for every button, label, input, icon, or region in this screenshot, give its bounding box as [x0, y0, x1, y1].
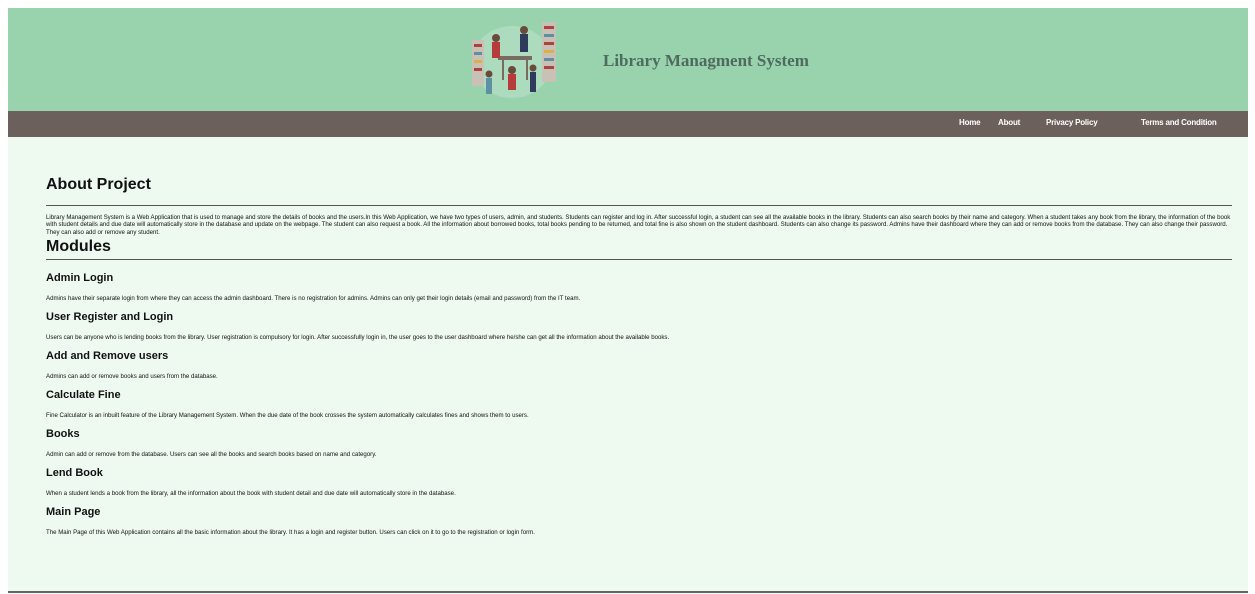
footer-divider — [8, 591, 1248, 593]
module-title-admin-login: Admin Login — [46, 272, 114, 285]
module-desc-admin-login: Admins have their separate login from wh… — [46, 295, 581, 303]
library-illustration-icon — [468, 16, 560, 102]
module-title-main-page: Main Page — [46, 506, 101, 519]
about-divider — [46, 205, 1232, 206]
nav-about[interactable]: About — [998, 118, 1020, 127]
nav-terms-and-condition[interactable]: Terms and Condition — [1141, 118, 1217, 127]
module-desc-books: Admin can add or remove from the databas… — [46, 451, 377, 459]
modules-heading: Modules — [46, 238, 111, 256]
nav-privacy-policy[interactable]: Privacy Policy — [1046, 118, 1098, 127]
module-title-books: Books — [46, 428, 80, 441]
module-desc-add-remove-users: Admins can add or remove books and users… — [46, 373, 218, 381]
navbar: Home About Privacy Policy Terms and Cond… — [8, 111, 1248, 137]
module-title-calculate-fine: Calculate Fine — [46, 389, 121, 402]
modules-divider — [46, 259, 1232, 261]
module-title-lend-book: Lend Book — [46, 467, 103, 480]
module-desc-user-register: Users can be anyone who is lending books… — [46, 334, 670, 342]
module-desc-calculate-fine: Fine Calculator is an inbuilt feature of… — [46, 412, 529, 420]
module-desc-lend-book: When a student lends a book from the lib… — [46, 490, 456, 498]
module-title-user-register: User Register and Login — [46, 311, 174, 324]
module-title-add-remove-users: Add and Remove users — [46, 350, 169, 363]
page: Library Managment System Home About Priv… — [8, 8, 1248, 594]
about-text: Library Management System is a Web Appli… — [46, 214, 1231, 236]
main-content: About Project Library Management System … — [46, 176, 1232, 537]
module-desc-main-page: The Main Page of this Web Application co… — [46, 529, 535, 537]
nav-home[interactable]: Home — [959, 118, 981, 127]
site-header: Library Managment System — [8, 8, 1248, 111]
site-title: Library Managment System — [603, 51, 809, 70]
about-heading: About Project — [46, 176, 151, 193]
